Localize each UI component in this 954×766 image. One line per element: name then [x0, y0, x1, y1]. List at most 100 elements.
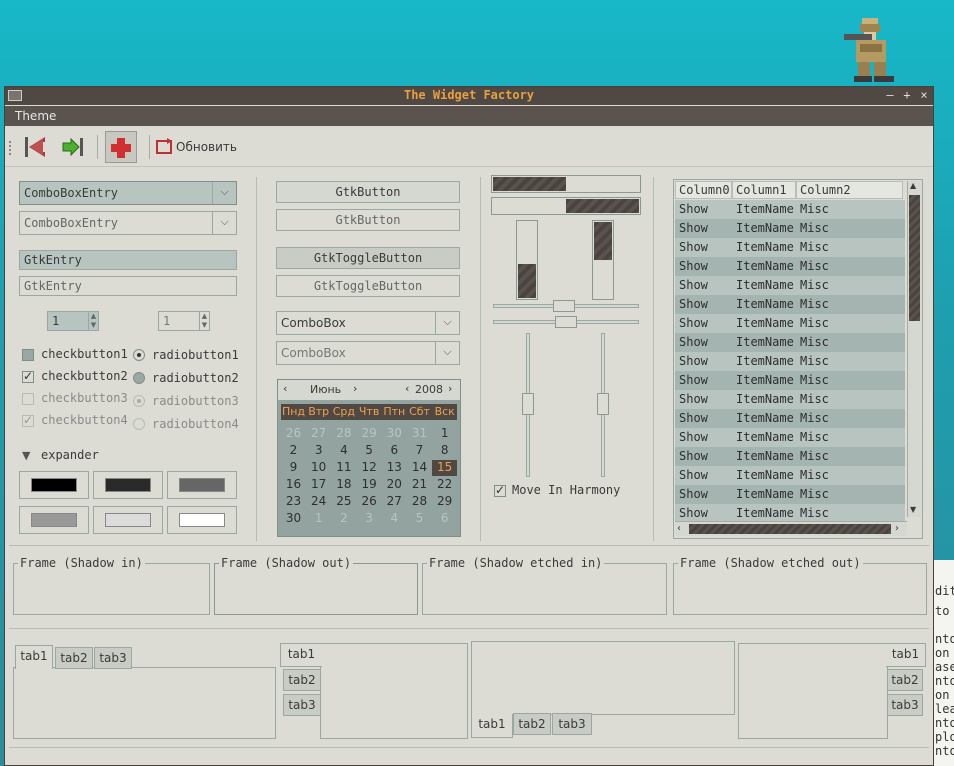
radiobutton2-circle[interactable]: [133, 372, 145, 384]
notebook-bottom-tab1[interactable]: tab1: [471, 714, 513, 738]
horizontal-scale-thumb-1[interactable]: [553, 300, 575, 312]
calendar-day[interactable]: 15: [432, 460, 458, 476]
minimize-icon[interactable]: ‒: [883, 88, 897, 104]
calendar-day[interactable]: 14: [407, 460, 432, 476]
chevron-down-icon[interactable]: ⌵: [435, 312, 459, 334]
color-button-6[interactable]: [167, 506, 237, 534]
calendar-day[interactable]: 22: [432, 477, 457, 493]
calendar-day[interactable]: 27: [306, 426, 331, 442]
calendar-day[interactable]: 7: [407, 443, 432, 459]
spin-button-2[interactable]: 1 ▲ ▼: [158, 311, 210, 331]
notebook-top-tab3[interactable]: tab3: [94, 647, 132, 669]
calendar-day[interactable]: 1: [432, 426, 457, 442]
color-button-2[interactable]: [93, 471, 163, 499]
spin-arrows-icon[interactable]: ▲ ▼: [199, 312, 209, 330]
calendar-day[interactable]: 6: [382, 443, 407, 459]
vertical-scale-thumb-1[interactable]: [522, 393, 534, 415]
combo-box-entry-2[interactable]: ComboBoxEntry ⌵: [19, 211, 237, 235]
combo-box-2[interactable]: ComboBox ⌵: [276, 341, 460, 365]
combo-box-1[interactable]: ComboBox ⌵: [276, 311, 460, 335]
calendar-day[interactable]: 27: [382, 494, 407, 510]
calendar-day[interactable]: 19: [357, 477, 382, 493]
scroll-left-icon[interactable]: ‹: [677, 523, 681, 534]
horizontal-scale-thumb-2[interactable]: [555, 316, 577, 328]
gtk-button-2[interactable]: GtkButton: [276, 209, 460, 231]
calendar-day[interactable]: 23: [281, 494, 306, 510]
notebook-bottom-tab3[interactable]: tab3: [552, 713, 592, 735]
scroll-right-icon[interactable]: ›: [895, 523, 899, 534]
color-button-1[interactable]: [19, 471, 89, 499]
checkbutton1-label[interactable]: checkbutton1: [41, 347, 128, 361]
table-row[interactable]: Show ItemName Misc: [675, 200, 905, 219]
notebook-right-tab1[interactable]: tab1: [886, 643, 926, 667]
table-row[interactable]: Show ItemName Misc: [675, 238, 905, 257]
gtk-toggle-button-1[interactable]: GtkToggleButton: [276, 247, 460, 269]
table-row[interactable]: Show ItemName Misc: [675, 466, 905, 485]
color-button-3[interactable]: [167, 471, 237, 499]
notebook-bottom-tab2[interactable]: tab2: [513, 713, 551, 735]
column-header-0[interactable]: Column0: [675, 181, 732, 199]
calendar-day[interactable]: 12: [357, 460, 382, 476]
table-row[interactable]: Show ItemName Misc: [675, 428, 905, 447]
table-row[interactable]: Show ItemName Misc: [675, 485, 905, 504]
calendar-day[interactable]: 21: [407, 477, 432, 493]
calendar-day[interactable]: 9: [281, 460, 306, 476]
gtk-toggle-button-2[interactable]: GtkToggleButton: [276, 275, 460, 297]
radiobutton1-label[interactable]: radiobutton1: [152, 348, 239, 362]
notebook-left-tab1[interactable]: tab1: [280, 643, 322, 667]
gtk-button-1[interactable]: GtkButton: [276, 181, 460, 203]
calendar-day[interactable]: 26: [281, 426, 306, 442]
calendar-day[interactable]: 3: [357, 511, 382, 527]
calendar-day[interactable]: 20: [382, 477, 407, 493]
notebook-left-tab3[interactable]: tab3: [283, 694, 321, 716]
vertical-scrollbar[interactable]: ▲ ▼: [907, 181, 921, 517]
title-bar[interactable]: The Widget Factory ‒ + ×: [5, 87, 933, 105]
calendar-day[interactable]: 2: [331, 511, 356, 527]
checkbutton3-box[interactable]: [22, 393, 34, 405]
expander-label[interactable]: expander: [41, 448, 99, 462]
calendar-day[interactable]: 30: [281, 511, 306, 527]
notebook-right-tab3[interactable]: tab3: [887, 694, 923, 716]
toolbar-grip[interactable]: [9, 141, 12, 155]
chevron-down-icon[interactable]: ⌵: [212, 212, 236, 234]
calendar-day[interactable]: 26: [357, 494, 382, 510]
color-button-4[interactable]: [19, 506, 89, 534]
calendar-day[interactable]: 29: [432, 494, 457, 510]
checkbutton2-box[interactable]: ✓: [22, 369, 34, 383]
prev-year-icon[interactable]: ‹: [405, 382, 409, 395]
column-header-1[interactable]: Column1: [732, 181, 796, 199]
table-row[interactable]: Show ItemName Misc: [675, 409, 905, 428]
calendar-day[interactable]: 4: [331, 443, 356, 459]
calendar-day[interactable]: 16: [281, 477, 306, 493]
notebook-left-tab2[interactable]: tab2: [283, 669, 321, 691]
chevron-down-icon[interactable]: ⌵: [435, 342, 459, 364]
color-button-5[interactable]: [93, 506, 163, 534]
notebook-top-tab2[interactable]: tab2: [55, 647, 93, 669]
menu-theme[interactable]: Theme: [15, 109, 56, 123]
expander-arrow-icon[interactable]: ▼: [22, 449, 30, 462]
checkbutton4-box[interactable]: ✓: [22, 413, 34, 427]
next-year-icon[interactable]: ›: [448, 382, 452, 395]
calendar-day[interactable]: 5: [357, 443, 382, 459]
radiobutton4-label[interactable]: radiobutton4: [152, 417, 239, 431]
table-row[interactable]: Show ItemName Misc: [675, 314, 905, 333]
spin-arrows-icon[interactable]: ▲ ▼: [88, 312, 98, 330]
calendar-day[interactable]: 13: [382, 460, 407, 476]
gtk-entry-2[interactable]: GtkEntry: [19, 276, 237, 296]
vertical-scale-thumb-2[interactable]: [597, 393, 609, 415]
move-in-harmony-label[interactable]: Move In Harmony: [512, 483, 620, 497]
combo-box-entry-1[interactable]: ComboBoxEntry ⌵: [19, 181, 237, 205]
calendar-day[interactable]: 10: [306, 460, 331, 476]
calendar-day[interactable]: 28: [331, 426, 356, 442]
calendar-day[interactable]: 3: [306, 443, 331, 459]
table-row[interactable]: Show ItemName Misc: [675, 371, 905, 390]
checkbutton4-label[interactable]: checkbutton4: [41, 413, 128, 427]
horizontal-scrollbar-thumb[interactable]: [689, 524, 891, 534]
calendar-day[interactable]: 18: [331, 477, 356, 493]
calendar-day[interactable]: 30: [382, 426, 407, 442]
radiobutton4-circle[interactable]: [133, 418, 145, 430]
calendar-day[interactable]: 25: [331, 494, 356, 510]
checkbutton2-label[interactable]: checkbutton2: [41, 369, 128, 383]
add-button[interactable]: [105, 131, 137, 163]
calendar-day[interactable]: 2: [281, 443, 306, 459]
